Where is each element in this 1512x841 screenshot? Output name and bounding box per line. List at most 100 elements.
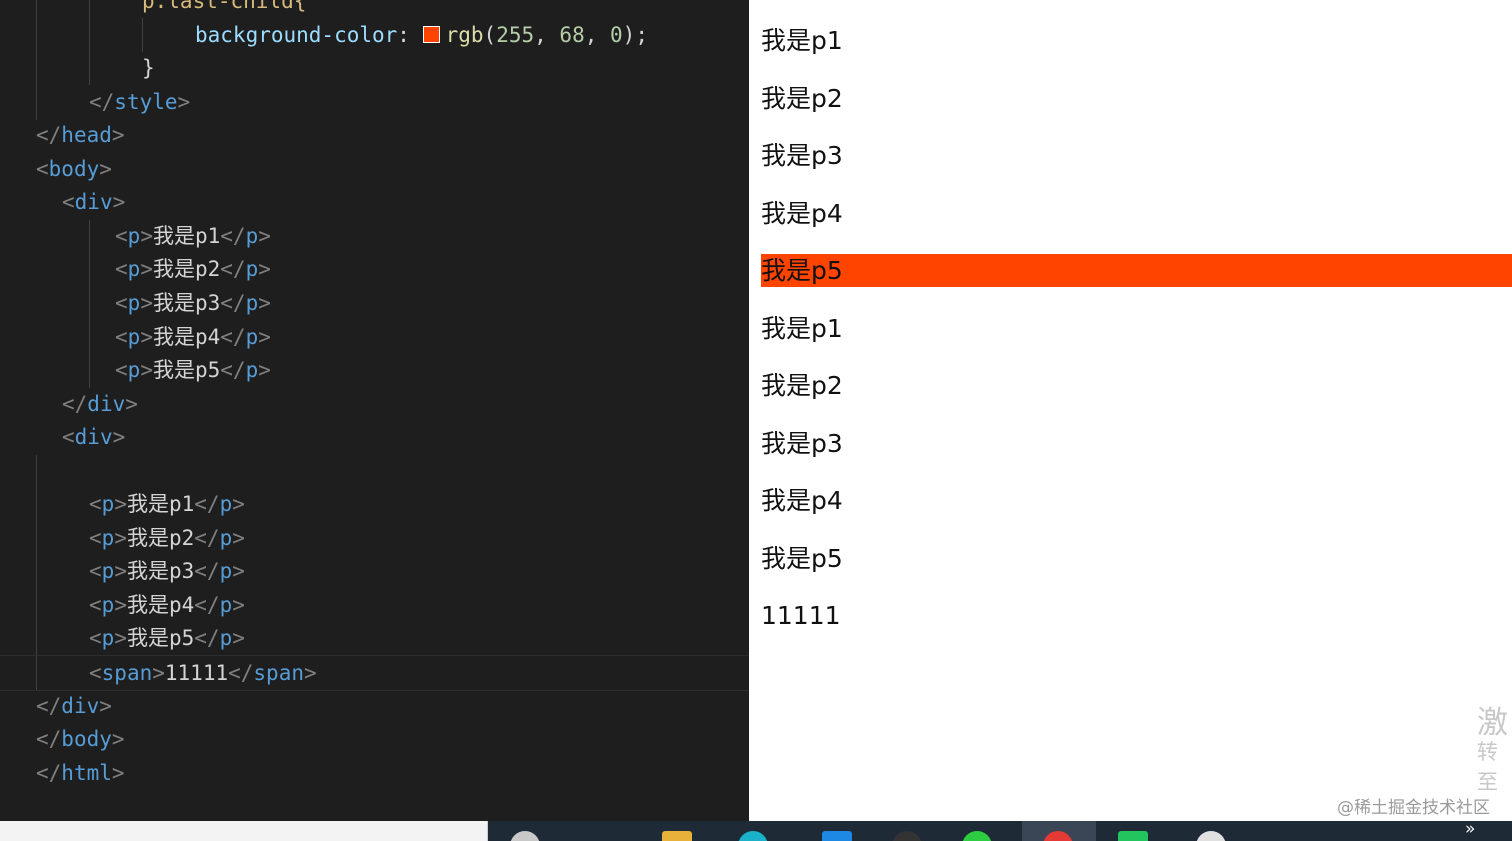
- chat-app-icon[interactable]: [962, 831, 992, 841]
- code-token: </: [220, 358, 246, 383]
- code-token: p: [127, 257, 141, 282]
- taskbar-search-box[interactable]: [0, 821, 488, 841]
- code-line[interactable]: <p>我是p3</p>: [0, 554, 749, 588]
- code-token: <: [89, 492, 102, 517]
- code-token: >: [111, 727, 125, 752]
- code-line[interactable]: background-color: rgb(255, 68, 0);: [0, 18, 749, 52]
- preview-paragraph: 我是p3: [761, 428, 843, 458]
- code-token: ,: [534, 22, 560, 47]
- code-token: 我是: [126, 592, 169, 617]
- code-token: }: [142, 56, 155, 81]
- code-token: 我是: [152, 257, 195, 282]
- code-line[interactable]: <p>我是p5</p>: [0, 353, 749, 387]
- code-line[interactable]: <p>我是p2</p>: [0, 521, 749, 555]
- code-token: p: [101, 492, 115, 517]
- code-token: >: [303, 661, 317, 685]
- code-token: p: [101, 626, 115, 651]
- code-line[interactable]: <p>我是p2</p>: [0, 252, 749, 286]
- code-token: p: [245, 257, 259, 282]
- green-app-icon[interactable]: [1118, 831, 1148, 841]
- code-token: >: [140, 257, 153, 282]
- preview-paragraph: 我是p2: [761, 371, 843, 400]
- code-token: style: [114, 89, 178, 114]
- code-token: >: [99, 693, 112, 718]
- code-token: >: [258, 223, 271, 248]
- code-token: div: [74, 425, 113, 450]
- preview-paragraph: 我是p5: [761, 254, 1512, 287]
- code-line[interactable]: </div>: [0, 387, 749, 421]
- code-line[interactable]: </head>: [0, 118, 749, 152]
- code-token: >: [114, 559, 127, 584]
- code-line[interactable]: <span>11111</span>: [0, 655, 749, 691]
- code-token: </: [194, 626, 220, 651]
- white-app-icon[interactable]: [1196, 831, 1226, 841]
- code-line[interactable]: </style>: [0, 85, 749, 119]
- code-token: >: [152, 661, 165, 685]
- code-line[interactable]: <body>: [0, 152, 749, 186]
- code-token: </: [194, 592, 220, 617]
- code-line[interactable]: <div>: [0, 420, 749, 454]
- edge-browser-icon[interactable]: [738, 831, 768, 841]
- code-token: p: [219, 592, 233, 617]
- code-line[interactable]: <p>我是p1</p>: [0, 219, 749, 253]
- code-token: </: [220, 324, 246, 349]
- code-token: </: [36, 693, 62, 718]
- code-token: 0: [610, 22, 623, 47]
- code-token: div: [74, 190, 113, 215]
- code-token: <: [89, 626, 102, 651]
- code-token: p: [245, 324, 259, 349]
- code-token: </: [194, 492, 220, 517]
- code-line[interactable]: <p>我是p3</p>: [0, 286, 749, 320]
- vscode-icon[interactable]: [822, 831, 852, 841]
- code-token: p: [245, 290, 259, 315]
- code-token: <: [115, 358, 128, 383]
- code-token: >: [114, 525, 127, 550]
- code-line[interactable]: </div>: [0, 689, 749, 723]
- code-token: p: [127, 223, 141, 248]
- code-token: 255: [496, 22, 535, 47]
- code-token: </: [36, 760, 62, 785]
- code-token: 我是: [152, 290, 195, 315]
- code-token: p1: [194, 223, 221, 248]
- code-token: >: [232, 559, 245, 584]
- code-editor[interactable]: p:last-child{ background-color: rgb(255, …: [0, 0, 749, 821]
- code-token: p5: [194, 358, 221, 383]
- code-line[interactable]: <p>我是p4</p>: [0, 320, 749, 354]
- site-credit: @稀土掘金技术社区: [1337, 798, 1490, 818]
- code-line[interactable]: <p>我是p1</p>: [0, 487, 749, 521]
- code-token: <: [89, 559, 102, 584]
- code-token: body: [61, 727, 112, 752]
- code-token: <: [62, 190, 75, 215]
- code-token: head: [61, 123, 112, 148]
- code-line[interactable]: [0, 454, 749, 488]
- preview-paragraph: 我是p4: [761, 198, 843, 228]
- code-token: p: [101, 525, 115, 550]
- code-token: p: [245, 358, 259, 383]
- code-token: <: [115, 290, 128, 315]
- taskbar-overflow-icon[interactable]: »: [1465, 821, 1475, 839]
- code-token: </: [228, 661, 254, 685]
- code-token: p3: [168, 559, 195, 584]
- app-icon[interactable]: [892, 831, 922, 841]
- file-explorer-icon[interactable]: [662, 831, 692, 841]
- code-token: p: [127, 290, 141, 315]
- code-token: >: [114, 492, 127, 517]
- watermark-line2: 转至: [1477, 740, 1498, 794]
- code-token: p2: [194, 257, 221, 282]
- code-token: </: [194, 525, 220, 550]
- code-token: >: [112, 425, 126, 450]
- code-line[interactable]: </body>: [0, 722, 749, 756]
- code-token: </: [220, 257, 246, 282]
- code-token: >: [232, 626, 245, 651]
- code-token: p1: [168, 492, 195, 517]
- code-token: >: [140, 223, 153, 248]
- code-line[interactable]: <div>: [0, 185, 749, 219]
- code-line[interactable]: p:last-child{: [0, 0, 749, 18]
- code-line[interactable]: <p>我是p5</p>: [0, 621, 749, 655]
- code-token: 我是: [152, 324, 195, 349]
- search-circle-icon[interactable]: [510, 831, 540, 841]
- code-line[interactable]: }: [0, 51, 749, 85]
- code-token: p:last-child{: [142, 0, 307, 13]
- code-line[interactable]: </html>: [0, 756, 749, 790]
- code-line[interactable]: <p>我是p4</p>: [0, 588, 749, 622]
